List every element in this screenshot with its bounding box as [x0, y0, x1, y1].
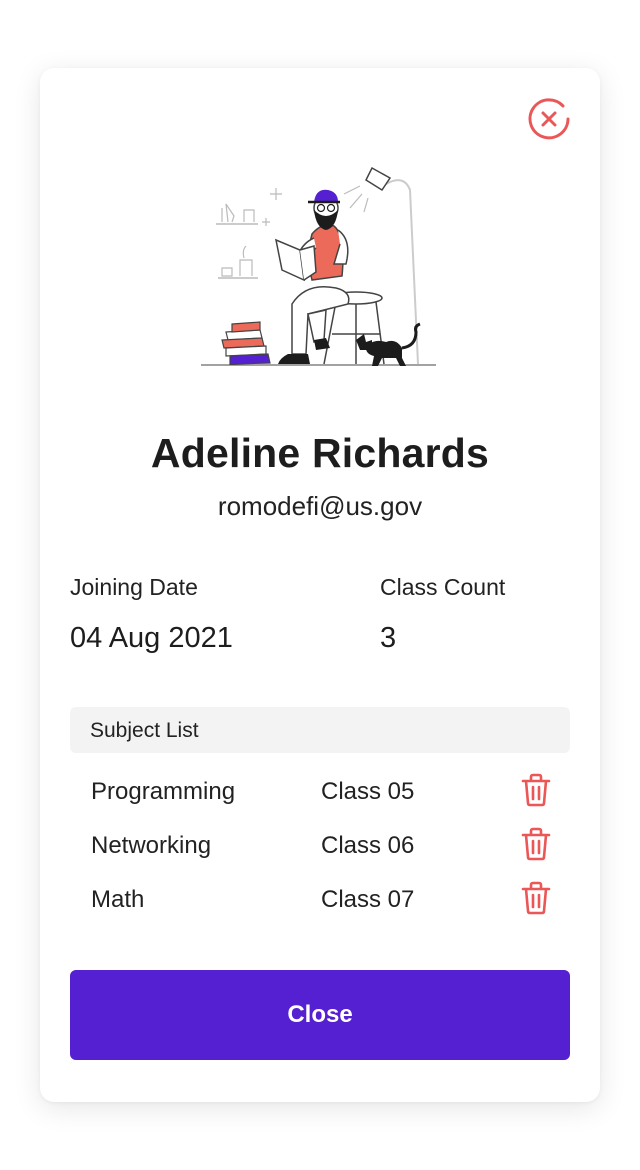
- subject-row: Math Class 07: [70, 874, 570, 928]
- subject-list-title: Subject List: [90, 719, 199, 742]
- class-count-label: Class Count: [380, 574, 506, 600]
- trash-icon[interactable]: [520, 881, 552, 915]
- student-email: romodefi@us.gov: [217, 491, 423, 521]
- subject-name: Programming: [91, 778, 236, 805]
- reading-person-illustration: [201, 166, 436, 366]
- student-name: Adeline Richards: [150, 430, 490, 476]
- subject-class: Class 05: [321, 778, 415, 805]
- subject-row: Programming Class 05: [70, 766, 570, 820]
- joining-date-label: Joining Date: [70, 574, 198, 600]
- subject-class: Class 07: [321, 886, 415, 913]
- close-circle-icon[interactable]: [526, 96, 572, 142]
- class-count-value: 3: [380, 622, 397, 654]
- trash-icon[interactable]: [520, 827, 552, 861]
- subject-list-header: Subject List: [70, 707, 570, 753]
- joining-date-value: 04 Aug 2021: [70, 622, 233, 654]
- subject-name: Networking: [91, 832, 212, 859]
- subject-class: Class 06: [321, 832, 415, 859]
- subject-name: Math: [91, 886, 145, 913]
- student-detail-card: Adeline Richards romodefi@us.gov Joining…: [40, 68, 600, 1102]
- subject-row: Networking Class 06: [70, 820, 570, 874]
- close-button[interactable]: Close: [70, 970, 570, 1060]
- trash-icon[interactable]: [520, 773, 552, 807]
